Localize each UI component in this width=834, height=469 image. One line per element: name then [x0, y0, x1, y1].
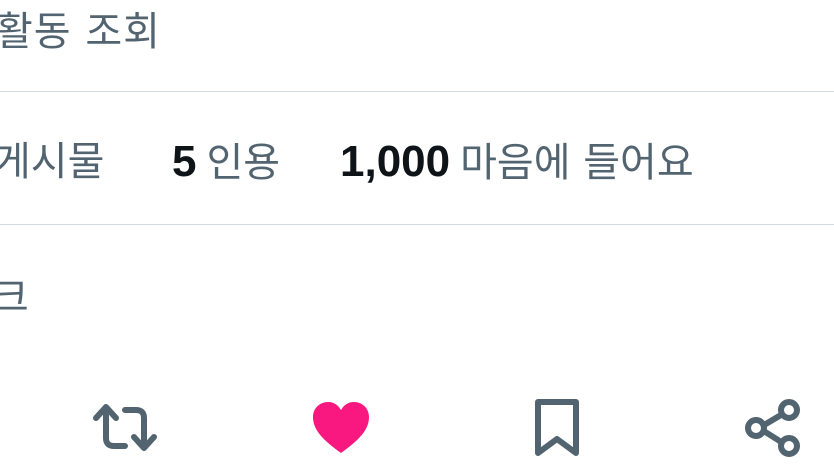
partial-row[interactable]: 크 — [0, 268, 834, 328]
posts-stat-label[interactable]: 게시물 — [0, 132, 104, 192]
view-activity-label: 활동 조회 — [0, 9, 161, 55]
like-button[interactable] — [308, 395, 374, 461]
quotes-stat[interactable]: 5 인용 — [172, 132, 280, 193]
likes-label: 마음에 들어요 — [460, 140, 694, 186]
divider — [0, 224, 834, 225]
retweet-button[interactable] — [92, 395, 158, 461]
likes-count: 1,000 — [340, 137, 451, 186]
view-activity-row[interactable]: 활동 조회 — [0, 0, 834, 92]
quotes-label: 인용 — [206, 140, 281, 186]
likes-stat[interactable]: 1,000 마음에 들어요 — [340, 132, 694, 193]
divider — [0, 91, 834, 92]
partial-row-label: 크 — [0, 275, 29, 321]
bookmark-icon — [535, 399, 579, 456]
engagement-stats-row: 게시물 5 인용 1,000 마음에 들어요 — [0, 132, 834, 192]
share-icon — [745, 399, 800, 457]
quotes-count: 5 — [172, 137, 197, 186]
tweet-action-bar — [0, 395, 834, 461]
share-button[interactable] — [740, 395, 806, 461]
bookmark-button[interactable] — [524, 395, 590, 461]
retweet-icon — [93, 404, 157, 451]
heart-icon — [313, 402, 369, 453]
